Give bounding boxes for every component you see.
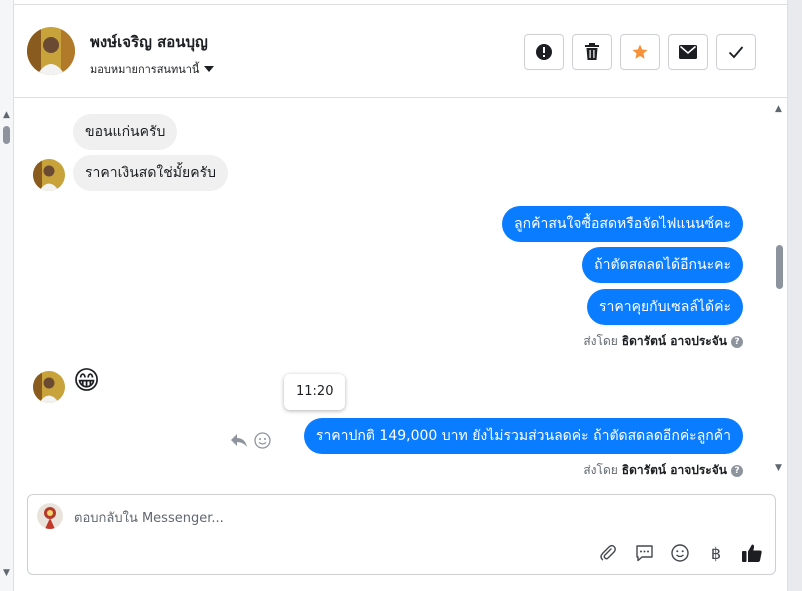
incoming-emoji-message[interactable]: 😁 [73,366,100,396]
react-smiley-icon[interactable] [254,432,271,453]
assign-conversation-dropdown[interactable]: มอบหมายการสนทนานี้ [90,60,215,78]
mark-unread-button[interactable] [668,34,708,70]
left-scrollbar[interactable]: ▲ ▼ [0,0,14,591]
envelope-icon [679,45,697,59]
contact-avatar[interactable] [27,27,75,75]
outgoing-message[interactable]: ลูกค้าสนใจซื้อสดหรือจัดไฟแนนซ์คะ [502,206,743,242]
outgoing-message[interactable]: ถ้าตัดสดลดได้อีกนะคะ [582,247,743,283]
sent-by-prefix: ส่งโดย [583,334,618,348]
payment-icon[interactable]: ฿ [704,541,728,565]
mark-spam-button[interactable] [524,34,564,70]
reply-input[interactable] [74,507,754,529]
conversation-header: พงษ์เจริญ สอนบุญ มอบหมายการสนทนานี้ [14,4,788,98]
contact-name[interactable]: พงษ์เจริญ สอนบุญ [90,30,208,54]
outer-background [789,0,802,591]
incoming-message[interactable]: ราคาเงินสดใช่มั้ยครับ [73,155,228,191]
incoming-message[interactable]: ขอนแก่นครับ [73,114,178,150]
trash-icon [585,43,599,60]
emoji-icon[interactable] [668,541,692,565]
scroll-down-icon[interactable]: ▼ [3,568,10,578]
outgoing-message[interactable]: ราคาคุยกับเซลล์ได้ค่ะ [586,289,743,325]
contact-avatar-small[interactable] [33,371,65,403]
caret-down-icon [204,66,215,72]
sent-by-name[interactable]: ธิดารัตน์ อาจประจัน [622,461,727,480]
chat-scroll-down-icon[interactable]: ▼ [775,463,782,473]
message-thread[interactable]: ▲ ▼ ขอนแก่นครับ ราคาเงินสดใช่มั้ยครับ ลู… [14,99,788,484]
left-scrollbar-thumb[interactable] [3,126,10,144]
help-icon[interactable]: ? [731,464,743,477]
page-avatar [37,503,63,529]
mark-done-button[interactable] [716,34,756,70]
reply-icon[interactable] [230,432,248,452]
paperclip-icon[interactable] [596,541,620,565]
sent-by-label: ส่งโดย ธิดารัตน์ อาจประจัน ? [583,332,743,351]
sent-by-name[interactable]: ธิดารัตน์ อาจประจัน [622,332,727,351]
delete-button[interactable] [572,34,612,70]
sent-by-label: ส่งโดย ธิดารัตน์ อาจประจัน ? [583,461,743,480]
alert-icon [536,44,552,60]
star-icon [632,44,648,59]
timestamp-tooltip: 11:20 [284,374,346,410]
scroll-up-icon[interactable]: ▲ [3,110,10,120]
assign-label: มอบหมายการสนทนานี้ [90,63,200,76]
outgoing-message[interactable]: ราคาปกติ 149,000 บาท ยังไม่รวมส่วนลดค่ะ … [303,418,743,454]
saved-replies-icon[interactable] [632,541,656,565]
reply-composer: ฿ [27,494,776,575]
sent-by-prefix: ส่งโดย [583,463,618,477]
conversation-panel: พงษ์เจริญ สอนบุญ มอบหมายการสนทนานี้ ▲ ▼ … [14,0,788,591]
star-button[interactable] [620,34,660,70]
help-icon[interactable]: ? [731,335,743,348]
chat-scroll-up-icon[interactable]: ▲ [775,104,782,114]
check-icon [728,46,744,59]
thumbs-up-icon[interactable] [740,541,764,565]
contact-avatar-small[interactable] [33,159,65,191]
chat-scrollbar-thumb[interactable] [776,245,783,289]
